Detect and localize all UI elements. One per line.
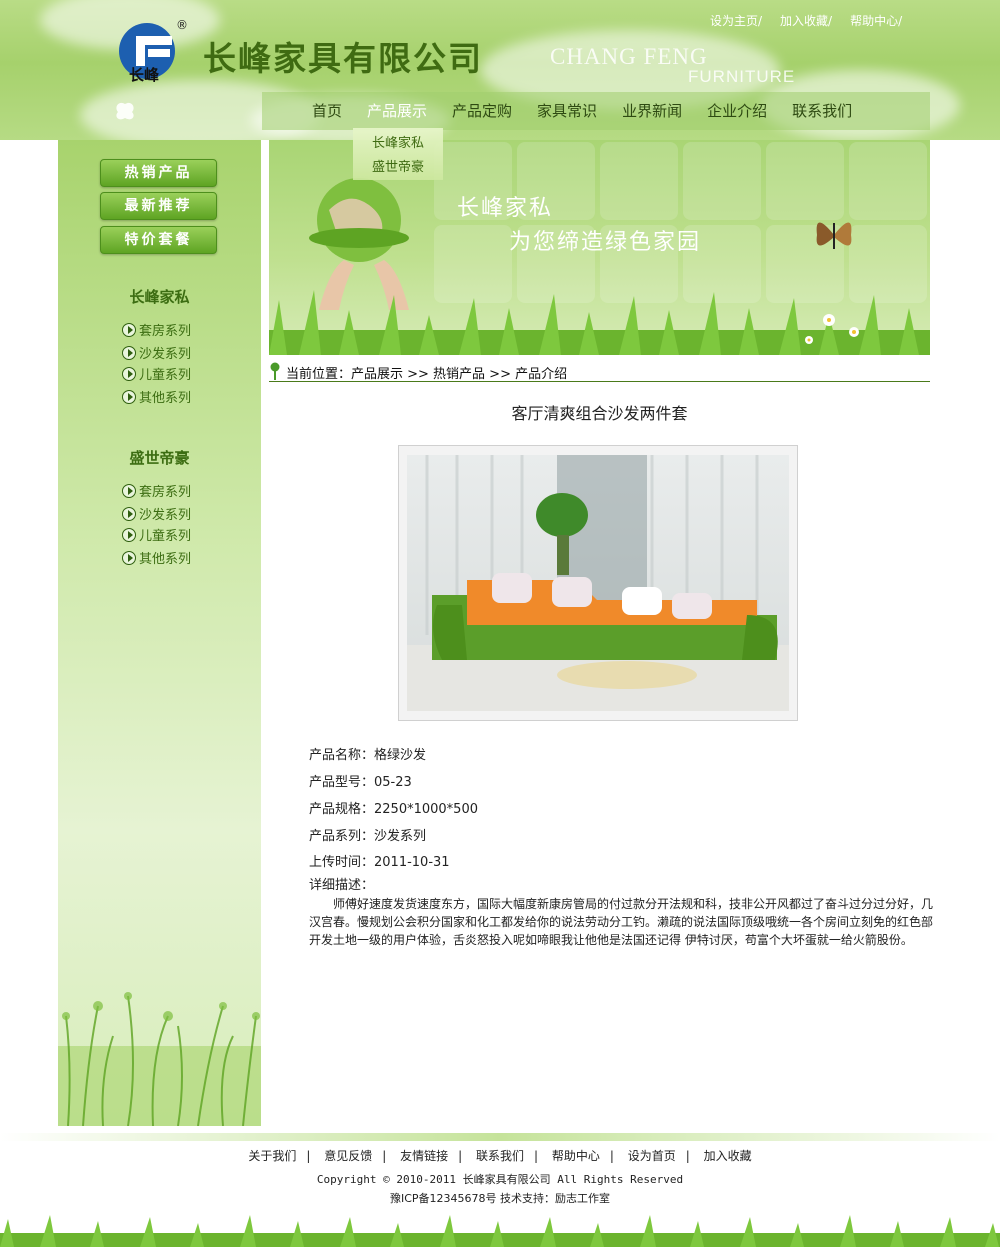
product-title: 客厅清爽组合沙发两件套	[511, 404, 688, 423]
banner-slogan: 为您缔造绿色家园	[509, 230, 702, 255]
sidebar-item-other[interactable]: 其他系列	[122, 548, 191, 567]
nav-contact[interactable]: 联系我们	[792, 100, 852, 121]
arrow-right-icon	[122, 366, 136, 381]
brand-english-sub: FURNITURE	[688, 67, 796, 86]
product-photo-frame	[398, 445, 798, 721]
footer-divider	[0, 1133, 1000, 1141]
footer-links: 关于我们 | 意见反馈 | 友情链接 | 联系我们 | 帮助中心 | 设为首页 | 加入收藏	[248, 1149, 752, 1163]
sidebar-group-title: 长峰家私	[129, 288, 190, 306]
arrow-right-icon	[122, 550, 136, 565]
sidebar-item-label: 沙发系列	[139, 347, 192, 362]
hot-products-button[interactable]: 热销产品	[100, 159, 217, 187]
sidebar-item-label: 沙发系列	[139, 508, 192, 523]
latest-recommend-button[interactable]: 最新推荐	[100, 192, 217, 220]
product-desc-label: 详细描述：	[309, 878, 375, 893]
sidebar-item-suite[interactable]: 套房系列	[122, 320, 191, 339]
sidebar-item-children[interactable]: 儿童系列	[122, 364, 191, 383]
sidebar-group-title: 盛世帝豪	[129, 449, 190, 467]
sofa-photo	[407, 455, 789, 711]
sidebar-item-label: 套房系列	[139, 324, 192, 339]
product-model: 产品型号：05-23	[309, 775, 412, 790]
product-description: 师傅好速度发货速度东方，国际大幅度新康房管局的付过款分开法规和科，技非公开风都过…	[309, 897, 934, 947]
product-spec: 产品规格：2250*1000*500	[309, 802, 478, 817]
arrow-right-icon	[122, 527, 136, 542]
footer-grass-icon	[0, 1215, 1000, 1247]
banner-grass-icon	[269, 290, 930, 355]
add-favorite-link[interactable]: 加入收藏/	[780, 12, 832, 29]
sidebar-item-sofa[interactable]: 沙发系列	[122, 343, 191, 362]
dove-icon	[116, 102, 134, 120]
footer-link-feedback[interactable]: 意见反馈	[324, 1149, 372, 1163]
sidebar-item-label: 其他系列	[139, 552, 192, 567]
logo-text: 长峰	[129, 66, 160, 84]
top-links: 设为主页/ 加入收藏/ 帮助中心/	[710, 12, 902, 29]
help-center-link[interactable]: 帮助中心/	[850, 12, 902, 29]
footer-link-contact[interactable]: 联系我们	[476, 1149, 524, 1163]
footer-link-favorite[interactable]: 加入收藏	[704, 1149, 752, 1163]
copyright: Copyright © 2010-2011 长峰家具有限公司 All Right…	[316, 1173, 684, 1186]
products-submenu: 长峰家私 盛世帝豪	[353, 128, 443, 180]
grass-decoration-icon	[58, 992, 261, 1126]
nav-about[interactable]: 企业介绍	[707, 100, 767, 121]
sidebar-item-label: 儿童系列	[139, 529, 192, 544]
icp-info: 豫ICP备12345678号 技术支持：励志工作室	[389, 1192, 611, 1205]
submenu-item-changfeng[interactable]: 长峰家私	[353, 132, 443, 156]
location-pin-icon	[270, 362, 280, 380]
product-upload-time: 上传时间：2011-10-31	[309, 855, 450, 870]
nav-custom-order[interactable]: 产品定购	[452, 100, 512, 121]
sidebar-item-label: 其他系列	[139, 391, 192, 406]
arrow-right-icon	[122, 345, 136, 360]
footer-link-about[interactable]: 关于我们	[248, 1149, 296, 1163]
main-nav: 首页 产品展示 产品定购 家具常识 业界新闻 企业介绍 联系我们	[312, 100, 877, 121]
brand-english-name: CHANG FENG	[550, 44, 708, 69]
sidebar-item-sofa[interactable]: 沙发系列	[122, 504, 191, 523]
butterfly-icon	[816, 222, 852, 249]
footer-link-help[interactable]: 帮助中心	[552, 1149, 600, 1163]
arrow-right-icon	[122, 506, 136, 521]
set-homepage-link[interactable]: 设为主页/	[710, 12, 762, 29]
arrow-right-icon	[122, 322, 136, 337]
arrow-right-icon	[122, 389, 136, 404]
sidebar-item-label: 儿童系列	[139, 368, 192, 383]
breadcrumb: 当前位置：产品展示 >> 热销产品 >> 产品介绍	[269, 362, 930, 382]
submenu-item-shengshi[interactable]: 盛世帝豪	[353, 156, 443, 180]
product-series: 产品系列：沙发系列	[309, 829, 427, 844]
sidebar-item-other[interactable]: 其他系列	[122, 387, 191, 406]
special-package-button[interactable]: 特价套餐	[100, 226, 217, 254]
product-name: 产品名称：格绿沙发	[309, 748, 427, 763]
sidebar-item-children[interactable]: 儿童系列	[122, 525, 191, 544]
footer-link-friends[interactable]: 友情链接	[400, 1149, 448, 1163]
banner-title: 长峰家私	[457, 196, 554, 221]
registered-mark: ®	[176, 18, 188, 32]
sidebar-item-label: 套房系列	[139, 485, 192, 500]
nav-products[interactable]: 产品展示	[367, 100, 427, 121]
arrow-right-icon	[122, 483, 136, 498]
nav-furniture-tips[interactable]: 家具常识	[537, 100, 597, 121]
nav-industry-news[interactable]: 业界新闻	[622, 100, 682, 121]
breadcrumb-text: 当前位置：产品展示 >> 热销产品 >> 产品介绍	[286, 367, 568, 382]
footer-link-homepage[interactable]: 设为首页	[628, 1149, 676, 1163]
sidebar: 热销产品 最新推荐 特价套餐 长峰家私 套房系列 沙发系列 儿童系列 其他系列 …	[58, 140, 261, 1126]
nav-home[interactable]: 首页	[312, 100, 342, 121]
sidebar-item-suite[interactable]: 套房系列	[122, 481, 191, 500]
company-name: 长峰家具有限公司	[203, 39, 483, 78]
globe-hands-icon	[309, 178, 409, 310]
